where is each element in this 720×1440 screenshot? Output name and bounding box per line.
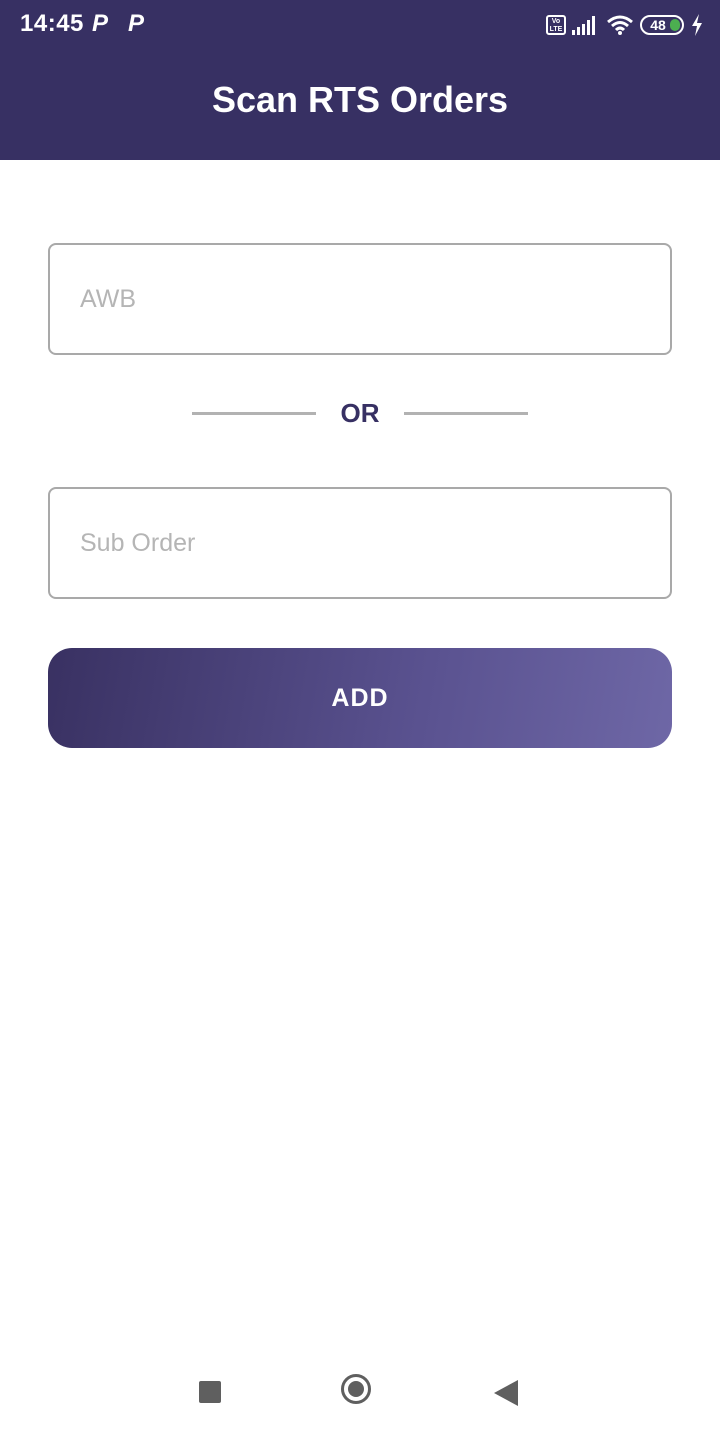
charging-icon: [692, 14, 702, 36]
app-header: 14:45 P P Vo LTE 48 Scan RTS Orders: [0, 0, 720, 160]
status-time: 14:45: [20, 10, 84, 37]
or-divider-text: OR: [340, 398, 380, 428]
divider-line-left: [192, 412, 316, 415]
home-circle-icon[interactable]: [341, 1374, 371, 1404]
p-notification-icon: P: [128, 10, 145, 37]
system-nav-bar: [0, 1340, 720, 1440]
add-button[interactable]: ADD: [48, 648, 672, 748]
signal-icon: [572, 16, 595, 35]
recents-square-icon[interactable]: [199, 1381, 221, 1403]
awb-input[interactable]: [48, 243, 672, 355]
p-notification-icon: P: [92, 10, 109, 37]
battery-level: 48: [650, 17, 666, 33]
wifi-icon: [607, 15, 633, 35]
divider-line-right: [404, 412, 528, 415]
sub-order-input[interactable]: [48, 487, 672, 599]
battery-icon: 48: [640, 15, 684, 35]
status-icons: Vo LTE 48: [546, 10, 704, 40]
volte-icon: Vo LTE: [546, 15, 566, 35]
back-triangle-icon[interactable]: [494, 1380, 518, 1406]
page-title: Scan RTS Orders: [211, 79, 509, 120]
